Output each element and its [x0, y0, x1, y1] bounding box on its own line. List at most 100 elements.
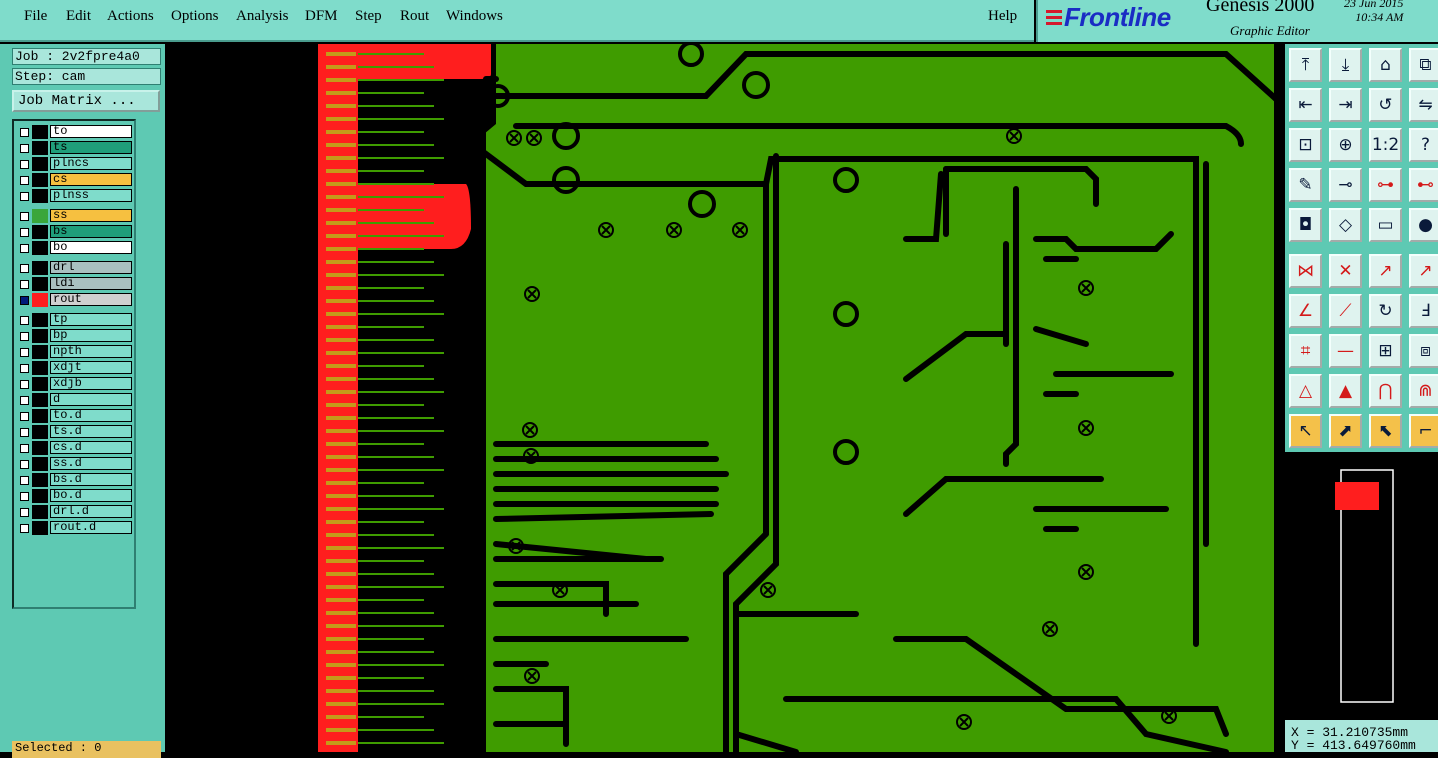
layer-row-bs[interactable]: bs	[16, 225, 134, 239]
triangle-alt-tool-button[interactable]: ▲	[1329, 374, 1362, 408]
layer-row-ss-d[interactable]: ss.d	[16, 457, 134, 471]
layer-checkbox[interactable]	[20, 176, 29, 185]
zoom-center-tool-button[interactable]: ⊕	[1329, 128, 1362, 162]
menu-file[interactable]: File	[24, 8, 47, 25]
pcb-drawing[interactable]	[166, 44, 1284, 752]
menu-help[interactable]: Help	[988, 8, 1017, 25]
menu-step[interactable]: Step	[355, 8, 382, 25]
split-tool-button[interactable]: ⧉	[1409, 48, 1438, 82]
arch-tool-button[interactable]: ⋂	[1369, 374, 1402, 408]
menu-analysis[interactable]: Analysis	[236, 8, 289, 25]
layer-checkbox[interactable]	[20, 280, 29, 289]
layer-row-to-d[interactable]: to.d	[16, 409, 134, 423]
layer-checkbox[interactable]	[20, 428, 29, 437]
job-matrix-button[interactable]: Job Matrix ...	[12, 90, 160, 112]
fit-tool-button[interactable]: ⊡	[1289, 128, 1322, 162]
overview-map[interactable]	[1285, 452, 1438, 720]
layer-checkbox[interactable]	[20, 332, 29, 341]
layer-list-scrollbar[interactable]	[138, 119, 162, 609]
pad-tool-button[interactable]: ◘	[1289, 208, 1322, 242]
layer-row-bs-d[interactable]: bs.d	[16, 473, 134, 487]
dash-tool-button[interactable]: —	[1329, 334, 1362, 368]
net-red-alt-tool-button[interactable]: ⊷	[1409, 168, 1438, 202]
layer-checkbox[interactable]	[20, 444, 29, 453]
arrow-up-alt-tool-button[interactable]: ↗	[1409, 254, 1438, 288]
layer-row-ts-d[interactable]: ts.d	[16, 425, 134, 439]
pad-move-tool-button[interactable]: ⌗	[1289, 334, 1322, 368]
layer-checkbox[interactable]	[20, 316, 29, 325]
line-alt-tool-button[interactable]: ⟋	[1329, 294, 1362, 328]
layer-row-to[interactable]: to	[16, 125, 134, 139]
menu-edit[interactable]: Edit	[66, 8, 91, 25]
pointer-tool-button[interactable]: ↖	[1289, 414, 1322, 448]
menu-dfm[interactable]: DFM	[305, 8, 338, 25]
layer-checkbox[interactable]	[20, 212, 29, 221]
measure-tool-button[interactable]: ✎	[1289, 168, 1322, 202]
layer-row-drl[interactable]: drl	[16, 261, 134, 275]
cross-tool-button[interactable]: ✕	[1329, 254, 1362, 288]
layer-row-bo[interactable]: bo	[16, 241, 134, 255]
arc-tool-button[interactable]: ↻	[1369, 294, 1402, 328]
move-up-tool-button[interactable]: ⤒	[1289, 48, 1322, 82]
pan-left-tool-button[interactable]: ⇤	[1289, 88, 1322, 122]
route-tool-button[interactable]: ⌐	[1409, 414, 1438, 448]
layer-checkbox[interactable]	[20, 228, 29, 237]
layer-row-plncs[interactable]: plncs	[16, 157, 134, 171]
scale-1-2-tool-button[interactable]: 1:2	[1369, 128, 1402, 162]
menu-windows[interactable]: Windows	[446, 8, 503, 25]
text-tool-button[interactable]: Ⅎ	[1409, 294, 1438, 328]
layer-row-ss[interactable]: ss	[16, 209, 134, 223]
layer-checkbox[interactable]	[20, 396, 29, 405]
layer-row-cs-d[interactable]: cs.d	[16, 441, 134, 455]
layer-row-cs[interactable]: cs	[16, 173, 134, 187]
layer-row-rout[interactable]: rout	[16, 293, 134, 307]
layer-checkbox[interactable]	[20, 192, 29, 201]
menu-actions[interactable]: Actions	[107, 8, 154, 25]
undo-redo-tool-button[interactable]: ↺	[1369, 88, 1402, 122]
pan-right-tool-button[interactable]: ⇥	[1329, 88, 1362, 122]
layer-checkbox[interactable]	[20, 460, 29, 469]
layer-checkbox[interactable]	[20, 412, 29, 421]
triangle-tool-button[interactable]: △	[1289, 374, 1322, 408]
layer-row-ldi[interactable]: ldi	[16, 277, 134, 291]
layer-checkbox[interactable]	[20, 380, 29, 389]
layer-row-bo-d[interactable]: bo.d	[16, 489, 134, 503]
layer-row-plnss[interactable]: plnss	[16, 189, 134, 203]
stretch-tool-button[interactable]: ⇋	[1409, 88, 1438, 122]
layer-row-xdjb[interactable]: xdjb	[16, 377, 134, 391]
layer-row-tp[interactable]: tp	[16, 313, 134, 327]
copy-tool-button[interactable]: ⧈	[1409, 334, 1438, 368]
select-tool-button[interactable]: ⬈	[1329, 414, 1362, 448]
layer-checkbox[interactable]	[20, 524, 29, 533]
layer-checkbox[interactable]	[20, 144, 29, 153]
menu-rout[interactable]: Rout	[400, 8, 429, 25]
move-down-tool-button[interactable]: ⤓	[1329, 48, 1362, 82]
layer-row-d[interactable]: d	[16, 393, 134, 407]
layer-row-npth[interactable]: npth	[16, 345, 134, 359]
ruler-tool-button[interactable]: ▭	[1369, 208, 1402, 242]
layer-checkbox[interactable]	[20, 160, 29, 169]
graphic-canvas[interactable]	[166, 44, 1284, 752]
menu-options[interactable]: Options	[171, 8, 219, 25]
arrow-up-tool-button[interactable]: ↗	[1369, 254, 1402, 288]
layer-checkbox[interactable]	[20, 296, 29, 305]
layer-checkbox[interactable]	[20, 264, 29, 273]
component-tool-button[interactable]: ⊞	[1369, 334, 1402, 368]
layer-checkbox[interactable]	[20, 244, 29, 253]
layer-row-bp[interactable]: bp	[16, 329, 134, 343]
select-alt-tool-button[interactable]: ⬉	[1369, 414, 1402, 448]
line-tool-button[interactable]: ∠	[1289, 294, 1322, 328]
layer-checkbox[interactable]	[20, 128, 29, 137]
layer-row-xdjt[interactable]: xdjt	[16, 361, 134, 375]
layer-checkbox[interactable]	[20, 476, 29, 485]
layer-row-drl-d[interactable]: drl.d	[16, 505, 134, 519]
net-red-tool-button[interactable]: ⊶	[1369, 168, 1402, 202]
layer-checkbox[interactable]	[20, 508, 29, 517]
layer-checkbox[interactable]	[20, 348, 29, 357]
snap-tool-button[interactable]: ⊸	[1329, 168, 1362, 202]
layer-checkbox[interactable]	[20, 492, 29, 501]
help-tool-button[interactable]: ?	[1409, 128, 1438, 162]
layer-row-rout-d[interactable]: rout.d	[16, 521, 134, 535]
layer-row-ts[interactable]: ts	[16, 141, 134, 155]
dot-tool-button[interactable]: ●	[1409, 208, 1438, 242]
